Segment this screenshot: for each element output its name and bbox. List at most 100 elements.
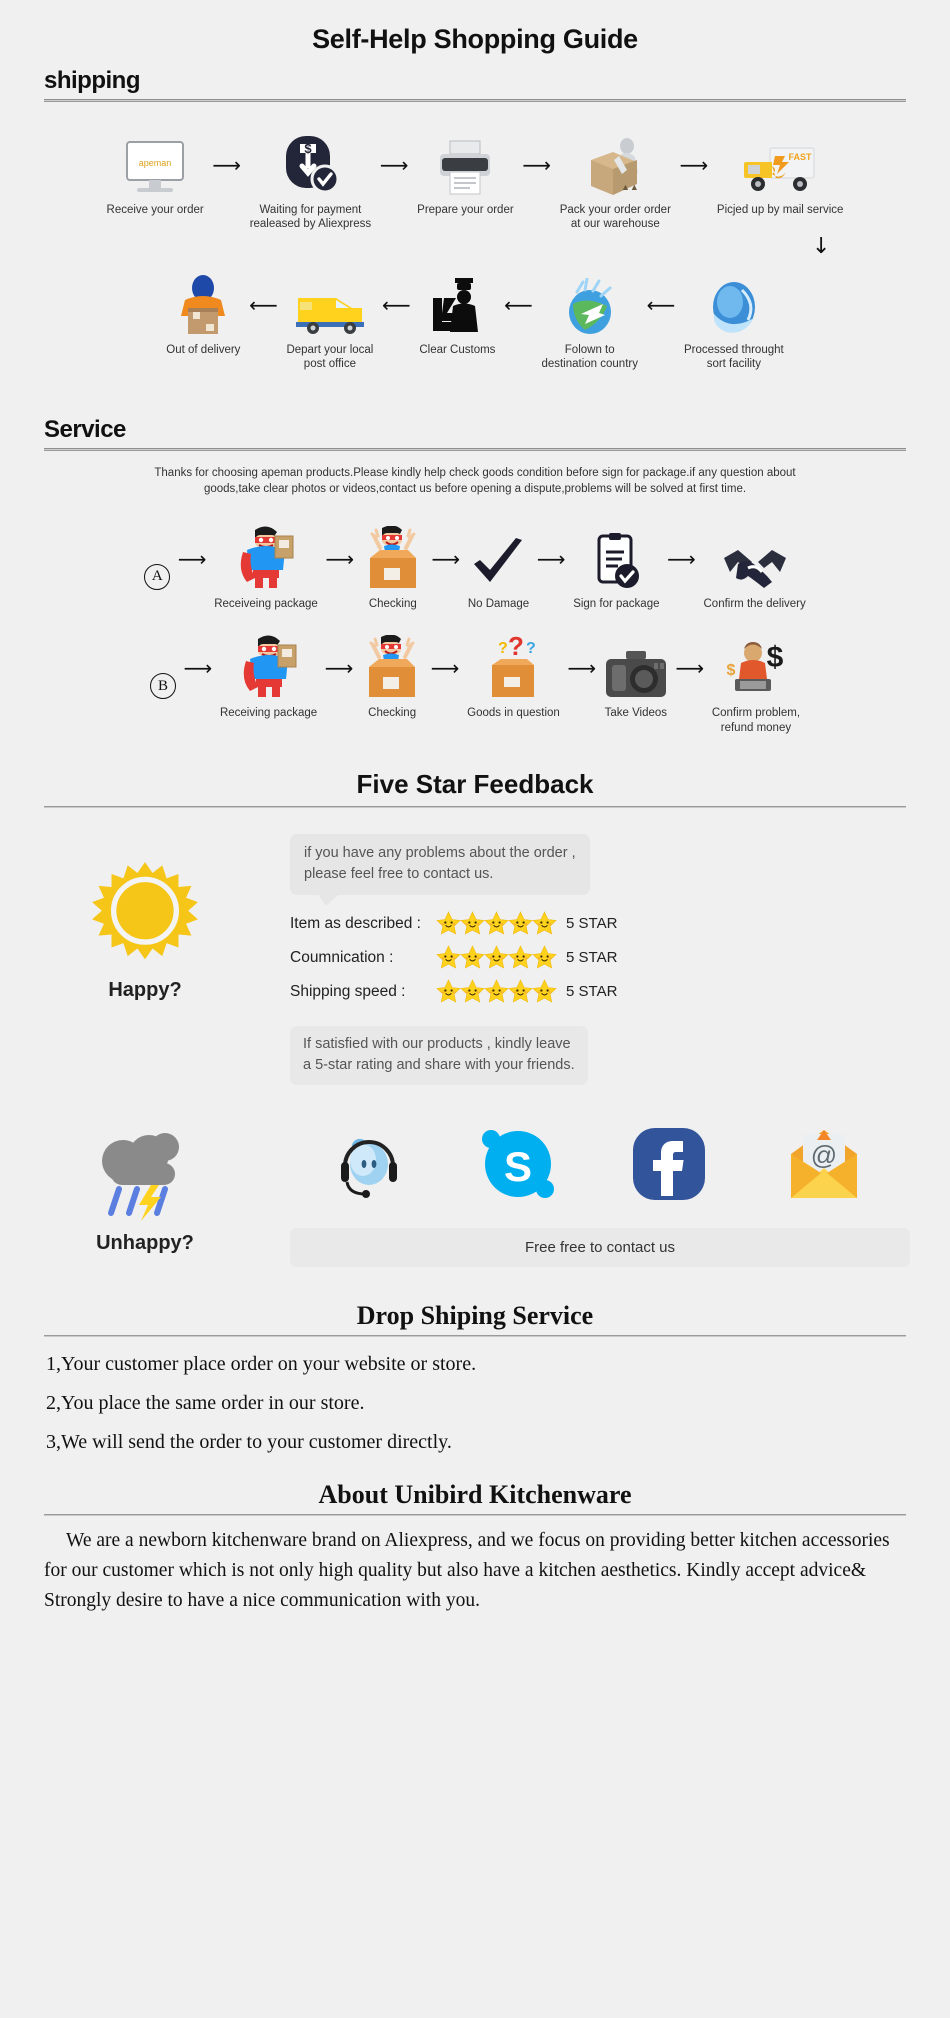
satisfied-note: If satisfied with our products , kindly … <box>290 1026 588 1086</box>
facebook-icon[interactable] <box>631 1126 707 1207</box>
svg-text:FAST: FAST <box>789 152 813 162</box>
arrow-left-icon: ⟵ <box>249 292 278 317</box>
flow-step-label: Folown to destination country <box>541 343 638 371</box>
section-heading-feedback: Five Star Feedback <box>356 768 594 799</box>
svg-text:apeman: apeman <box>139 158 172 168</box>
arrow-right-icon: ⟶ <box>379 153 409 177</box>
checkmark-icon <box>470 528 528 590</box>
contact-bubble: if you have any problems about the order… <box>290 833 590 907</box>
divider-feedback <box>44 805 906 808</box>
email-envelope-icon[interactable]: @ <box>781 1128 867 1205</box>
flow-step: Depart your local post office <box>286 274 373 372</box>
arrow-right-icon: ⟶ <box>667 546 696 571</box>
monitor-apeman-icon: apeman <box>123 134 187 196</box>
divider-dropship <box>44 1335 906 1338</box>
globe-airplane-icon <box>561 274 619 336</box>
rating-label: Coumnication : <box>290 948 394 966</box>
flow-step: Confirm the delivery <box>704 528 806 611</box>
packing-worker-box-icon: ▲▲ <box>581 134 649 196</box>
superhero-package-icon <box>235 526 297 590</box>
rating-value: 5 STAR <box>566 915 618 932</box>
arrow-right-icon: ⟶ <box>522 153 552 177</box>
refund-agent-dollar-icon: $ $ <box>723 637 789 699</box>
shipping-flow-row-2: Out of delivery ⟵ Depart your local post … <box>0 274 950 372</box>
flow-connector: ↓ <box>0 232 950 274</box>
star-rating <box>436 979 557 1004</box>
rating-row: Coumnication : 5 STAR <box>290 945 910 970</box>
flow-step-label: Depart your local post office <box>286 343 374 371</box>
svg-text:S: S <box>504 1143 532 1190</box>
flow-step: Out of delivery <box>166 274 240 357</box>
happy-unboxing-icon <box>361 635 423 699</box>
flow-step: Receiveing package <box>214 526 318 611</box>
flow-step-label: Receiving package <box>219 707 318 720</box>
rating-row: Item as described : 5 STAR <box>290 911 910 936</box>
rating-label: Item as described : <box>290 914 421 932</box>
headset-support-icon[interactable] <box>333 1128 405 1205</box>
row-marker-letter: A <box>144 563 171 590</box>
arrow-left-icon: ⟵ <box>504 292 533 317</box>
blue-globe-sort-icon <box>706 274 762 336</box>
flow-step: Checking <box>361 635 423 720</box>
sun-icon <box>91 860 199 973</box>
feedback-block: Happy? if you have any problems about th… <box>0 833 950 1086</box>
handshake-icon <box>722 528 788 590</box>
courier-delivery-person-icon <box>175 274 231 336</box>
rating-label: Shipping speed : <box>290 982 406 1000</box>
divider-about <box>44 1514 906 1517</box>
divider-service <box>44 447 906 451</box>
svg-text:?: ? <box>526 640 536 657</box>
flow-step: $ Waiting for payment realeased by Aliexp… <box>250 134 371 232</box>
star-rating <box>436 911 557 936</box>
dropship-item: 3,We will send the order to your custome… <box>46 1431 452 1454</box>
flow-step: FAST Picjed up by mail service <box>716 134 844 217</box>
camera-icon <box>604 637 668 699</box>
flow-step: Folown to destination country <box>541 274 638 372</box>
payment-shield-dollar-icon: $ <box>278 134 342 196</box>
superhero-package-icon <box>238 635 300 699</box>
flow-step: No Damage <box>468 528 529 611</box>
arrow-right-icon: ⟶ <box>431 546 461 571</box>
arrow-down-icon: ↓ <box>812 233 831 259</box>
svg-text:$: $ <box>767 641 784 674</box>
arrow-left-icon: ⟵ <box>382 292 411 317</box>
flow-step-label: Out of delivery <box>166 343 241 356</box>
arrow-right-icon: ⟶ <box>183 656 213 681</box>
flow-step: apeman Receive your order <box>107 134 204 217</box>
arrow-right-icon: ⟶ <box>324 656 354 681</box>
yellow-postal-van-icon <box>292 274 368 336</box>
ratings-column: if you have any problems about the order… <box>290 833 950 1086</box>
contact-cta-box[interactable]: Free free to contact us <box>290 1228 910 1268</box>
skype-icon[interactable]: S <box>479 1125 557 1208</box>
channels-column: S @ Free free to contact us <box>290 1125 950 1268</box>
svg-text:?: ? <box>508 635 524 661</box>
shipping-flow-row-1: apeman Receive your order ⟶ $ Waiting fo… <box>0 134 950 232</box>
star-rating <box>436 945 557 970</box>
row-marker-letter: B <box>149 673 176 700</box>
flow-step-label: No Damage <box>467 597 530 610</box>
page-title: Self-Help Shopping Guide <box>312 24 638 54</box>
flow-step-label: Picjed up by mail service <box>716 204 844 216</box>
question-box-icon: ??? <box>482 635 544 699</box>
service-note: Thanks for choosing apeman products.Plea… <box>154 466 796 496</box>
svg-text:$: $ <box>726 662 735 679</box>
flow-step-label: Confirm the delivery <box>703 597 806 610</box>
flow-step: $ $ Confirm problem, refund money <box>712 637 800 735</box>
rating-value: 5 STAR <box>566 983 618 1000</box>
arrow-right-icon: ⟶ <box>325 546 355 571</box>
dropship-item: 1,Your customer place order on your webs… <box>46 1353 477 1376</box>
flow-step-label: Receiveing package <box>214 597 318 610</box>
arrow-left-icon: ⟵ <box>646 292 676 317</box>
svg-text:@: @ <box>811 1140 837 1170</box>
arrow-right-icon: ⟶ <box>536 546 566 571</box>
arrow-right-icon: ⟶ <box>430 656 460 681</box>
shopping-guide-page: Self-Help Shopping Guide shipping apeman… <box>0 0 950 1617</box>
section-heading-shipping: shipping <box>44 67 140 94</box>
service-row-marker-b: B <box>149 637 176 700</box>
flow-step-label: Sign for package <box>573 597 660 610</box>
section-heading-dropship: Drop Shiping Service <box>356 1301 594 1331</box>
unhappy-block: Unhappy? S @ Free free to contact us <box>0 1125 950 1268</box>
flow-step: Clear Customs <box>419 274 495 357</box>
flow-step-label: Goods in question <box>467 707 560 720</box>
printer-icon <box>436 134 494 196</box>
